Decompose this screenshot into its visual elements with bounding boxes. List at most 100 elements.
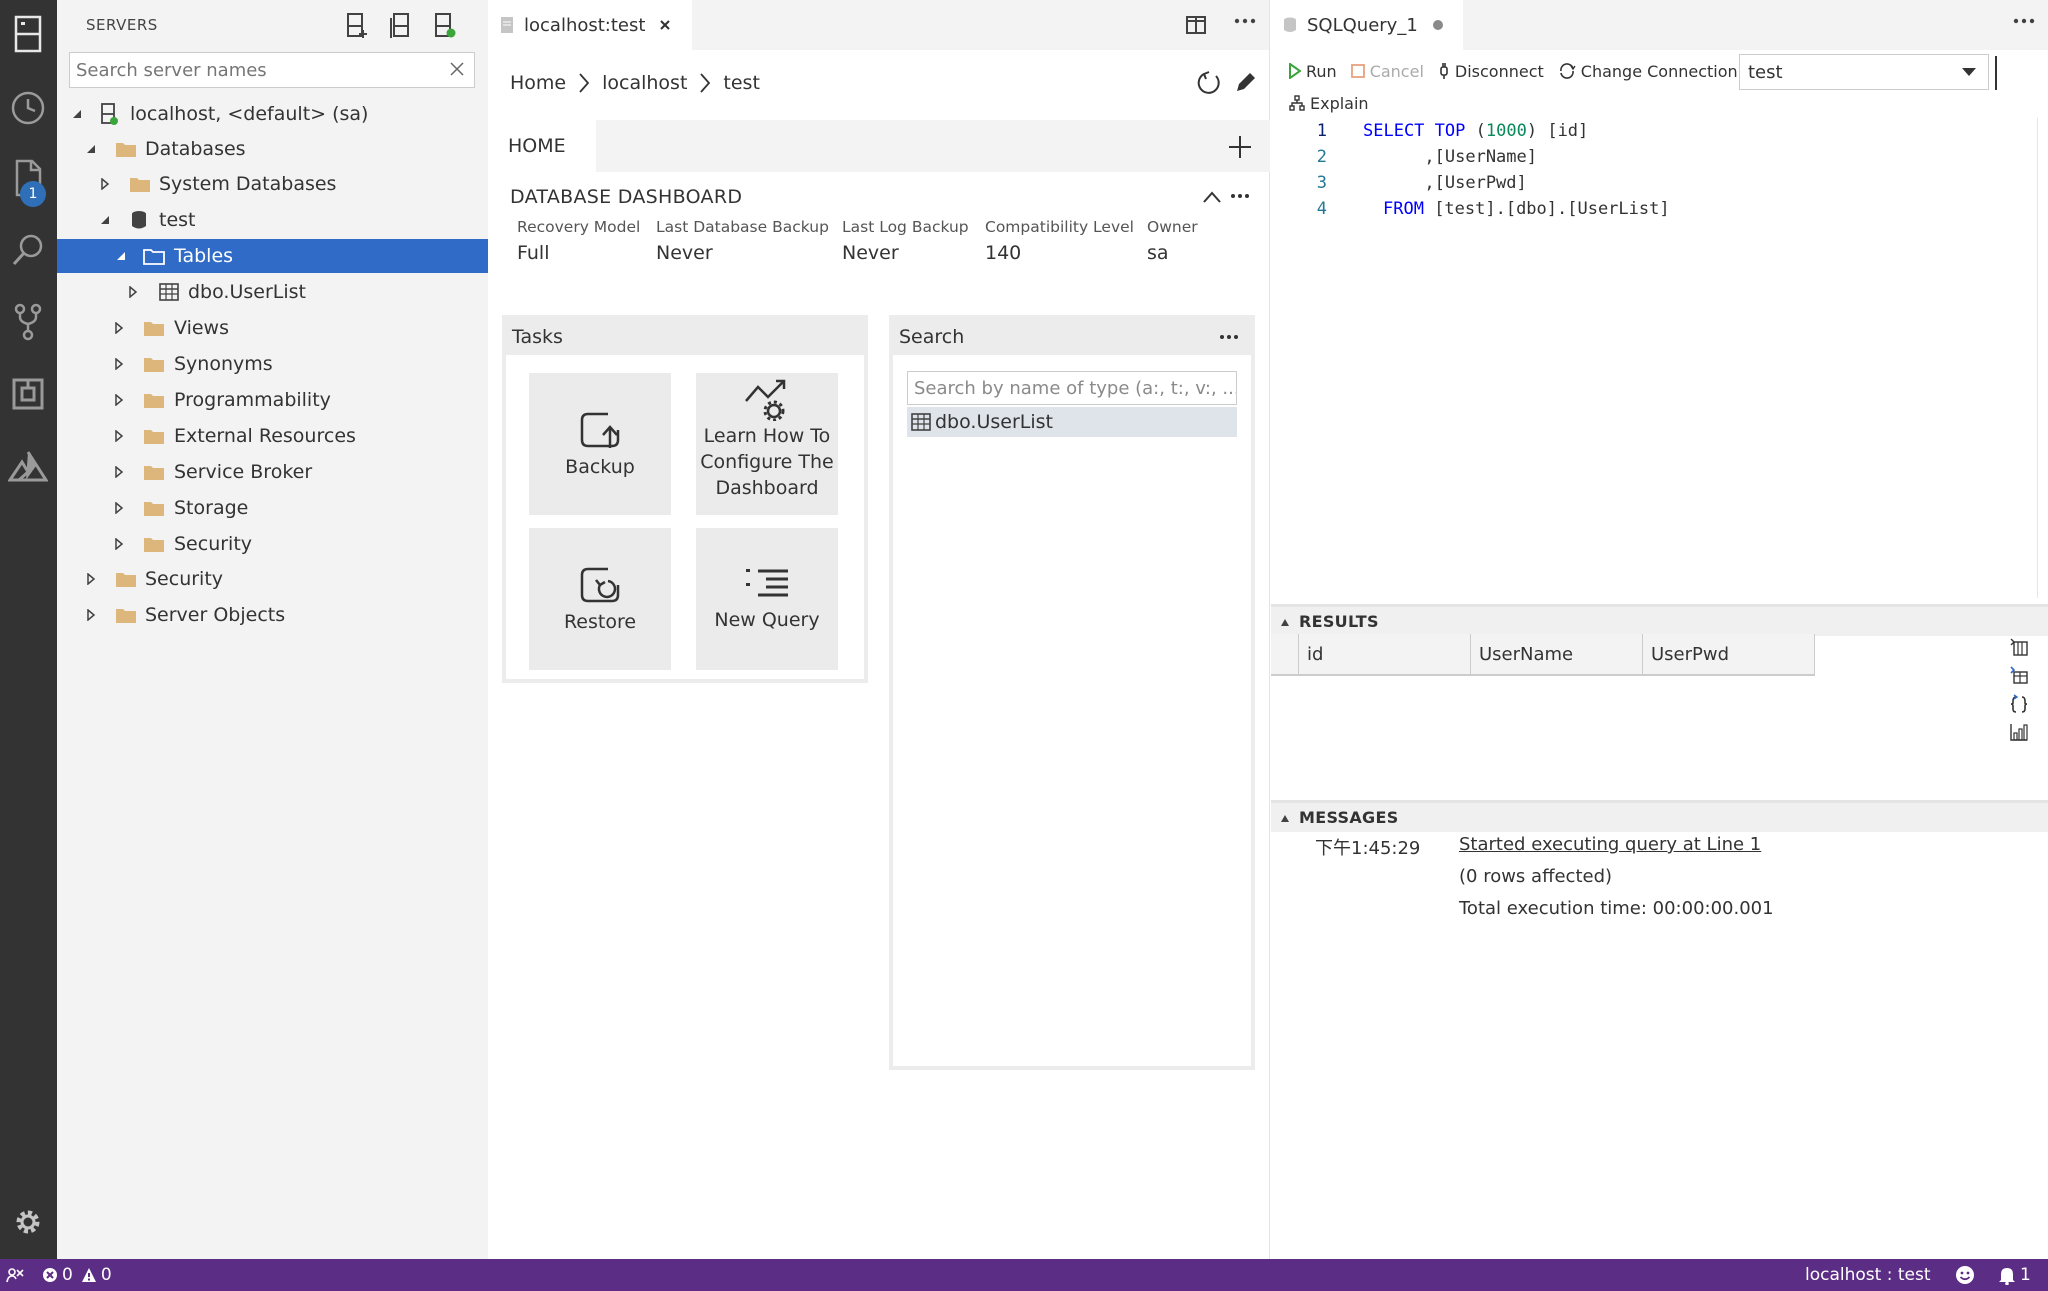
- editor-scrollbar[interactable]: [2037, 118, 2048, 598]
- cancel-button[interactable]: Cancel: [1350, 62, 1424, 81]
- tree-item-views[interactable]: Views: [57, 311, 488, 345]
- more-actions-icon[interactable]: [1234, 18, 1256, 24]
- tree-item-service-broker[interactable]: Service Broker: [57, 455, 488, 489]
- tab-home[interactable]: HOME: [488, 120, 596, 172]
- collapse-triangle-icon: [1281, 814, 1289, 822]
- collapsed-triangle-icon[interactable]: [111, 428, 127, 444]
- new-query-tile[interactable]: New Query: [696, 528, 838, 670]
- connection-status[interactable]: localhost : test: [1805, 1259, 1931, 1291]
- tree-item-external-resources[interactable]: External Resources: [57, 419, 488, 453]
- toolbar-separator: [1995, 56, 1997, 90]
- settings-gear-icon[interactable]: [4, 1198, 52, 1246]
- servers-icon[interactable]: [4, 10, 52, 58]
- tree-item-programmability[interactable]: Programmability: [57, 383, 488, 417]
- remote-icon[interactable]: [6, 1259, 24, 1291]
- tree-item-synonyms[interactable]: Synonyms: [57, 347, 488, 381]
- tree-label: External Resources: [174, 425, 356, 447]
- clear-search-icon[interactable]: [446, 58, 468, 80]
- warning-count: 0: [100, 1265, 112, 1285]
- breadcrumb-database[interactable]: test: [723, 72, 760, 94]
- tree-item-db-test[interactable]: test: [57, 203, 488, 237]
- results-header[interactable]: RESULTS: [1271, 604, 2048, 636]
- breadcrumb-server[interactable]: localhost: [602, 72, 687, 94]
- add-tab-plus-icon[interactable]: [1228, 135, 1252, 159]
- message-link[interactable]: Started executing query at Line 1: [1459, 834, 1761, 855]
- tree-item-system-databases[interactable]: System Databases: [57, 167, 488, 201]
- edit-pencil-icon[interactable]: [1234, 70, 1258, 94]
- unsaved-dot-icon[interactable]: [1432, 19, 1444, 31]
- feedback-smiley-icon[interactable]: [1955, 1259, 1975, 1291]
- collapsed-triangle-icon[interactable]: [111, 392, 127, 408]
- history-icon[interactable]: [4, 84, 52, 132]
- search-icon[interactable]: [4, 226, 52, 274]
- restore-icon: [578, 563, 622, 607]
- collapsed-triangle-icon[interactable]: [111, 464, 127, 480]
- search-result-item[interactable]: dbo.UserList: [907, 407, 1237, 437]
- collapse-chevron-up-icon[interactable]: [1202, 190, 1222, 204]
- column-header[interactable]: UserPwd: [1643, 634, 1815, 676]
- collapsed-triangle-icon[interactable]: [83, 607, 99, 623]
- backup-tile[interactable]: Backup: [529, 373, 671, 515]
- tree-item-storage[interactable]: Storage: [57, 491, 488, 525]
- split-editor-icon[interactable]: [1186, 16, 1206, 34]
- collapsed-triangle-icon[interactable]: [111, 320, 127, 336]
- collapsed-triangle-icon[interactable]: [97, 176, 113, 192]
- chart-icon[interactable]: [2009, 722, 2029, 742]
- save-as-excel-icon[interactable]: [2009, 666, 2029, 684]
- query-more-actions-icon[interactable]: [2013, 18, 2035, 24]
- column-header[interactable]: id: [1299, 634, 1471, 676]
- tree-label: Programmability: [174, 389, 331, 411]
- search-widget-more-icon[interactable]: [1219, 334, 1239, 340]
- tree-item-server-objects[interactable]: Server Objects: [57, 598, 488, 632]
- breadcrumb: Home localhost test: [510, 72, 760, 94]
- save-as-json-icon[interactable]: [2009, 694, 2029, 714]
- messages-header[interactable]: MESSAGES: [1271, 800, 2048, 832]
- azure-icon[interactable]: [4, 442, 52, 490]
- column-header[interactable]: UserName: [1471, 634, 1643, 676]
- row-number-header: [1271, 634, 1299, 676]
- query-tabbar: SQLQuery_1: [1271, 0, 2048, 50]
- save-as-csv-icon[interactable]: [2009, 638, 2029, 656]
- expanded-triangle-icon[interactable]: [113, 248, 129, 264]
- run-play-icon: [1289, 63, 1306, 79]
- breadcrumb-home[interactable]: Home: [510, 72, 566, 94]
- collapsed-triangle-icon[interactable]: [125, 284, 141, 300]
- tree-item-security[interactable]: Security: [57, 562, 488, 596]
- tree-item-db-security[interactable]: Security: [57, 527, 488, 561]
- object-search-input[interactable]: Search by name of type (a:, t:, v:, ...: [907, 371, 1237, 405]
- disconnect-button[interactable]: Disconnect: [1438, 62, 1544, 81]
- extensions-icon[interactable]: [4, 370, 52, 418]
- notifications-indicator[interactable]: 1: [1998, 1259, 2031, 1291]
- run-button[interactable]: Run: [1289, 62, 1337, 81]
- expanded-triangle-icon[interactable]: [69, 106, 85, 122]
- dashboard-more-icon[interactable]: [1230, 193, 1250, 199]
- active-connections-icon[interactable]: [434, 12, 456, 38]
- problems-indicator[interactable]: 0 0: [42, 1259, 112, 1291]
- explain-button[interactable]: Explain: [1289, 94, 1369, 113]
- source-control-icon[interactable]: [4, 298, 52, 346]
- tree-item-server[interactable]: localhost, <default> (sa): [57, 97, 488, 131]
- collapsed-triangle-icon[interactable]: [111, 536, 127, 552]
- tree-item-tables[interactable]: Tables: [57, 239, 488, 273]
- tab-localhost-test[interactable]: localhost:test: [488, 0, 692, 50]
- collapsed-triangle-icon[interactable]: [111, 500, 127, 516]
- server-search-input[interactable]: Search server names: [69, 52, 475, 88]
- new-server-group-icon[interactable]: [390, 12, 412, 38]
- restore-tile[interactable]: Restore: [529, 528, 671, 670]
- collapsed-triangle-icon[interactable]: [83, 571, 99, 587]
- code-editor[interactable]: 1 SELECT TOP (1000) [id] 2 ,[UserName] 3…: [1271, 118, 2048, 598]
- close-tab-icon[interactable]: [659, 19, 671, 31]
- tree-item-userlist[interactable]: dbo.UserList: [57, 275, 488, 309]
- tree-item-databases[interactable]: Databases: [57, 132, 488, 166]
- tree-label: Synonyms: [174, 353, 273, 375]
- learn-dashboard-tile[interactable]: Learn How To Configure The Dashboard: [696, 373, 838, 515]
- expanded-triangle-icon[interactable]: [83, 141, 99, 157]
- tab-sqlquery-1[interactable]: SQLQuery_1: [1271, 0, 1463, 50]
- collapsed-triangle-icon[interactable]: [111, 356, 127, 372]
- new-connection-icon[interactable]: [346, 12, 368, 38]
- refresh-icon[interactable]: [1196, 70, 1222, 96]
- expanded-triangle-icon[interactable]: [97, 212, 113, 228]
- change-connection-button[interactable]: Change Connection: [1558, 62, 1738, 81]
- database-select[interactable]: test: [1739, 54, 1989, 90]
- tile-label: New Query: [714, 609, 820, 631]
